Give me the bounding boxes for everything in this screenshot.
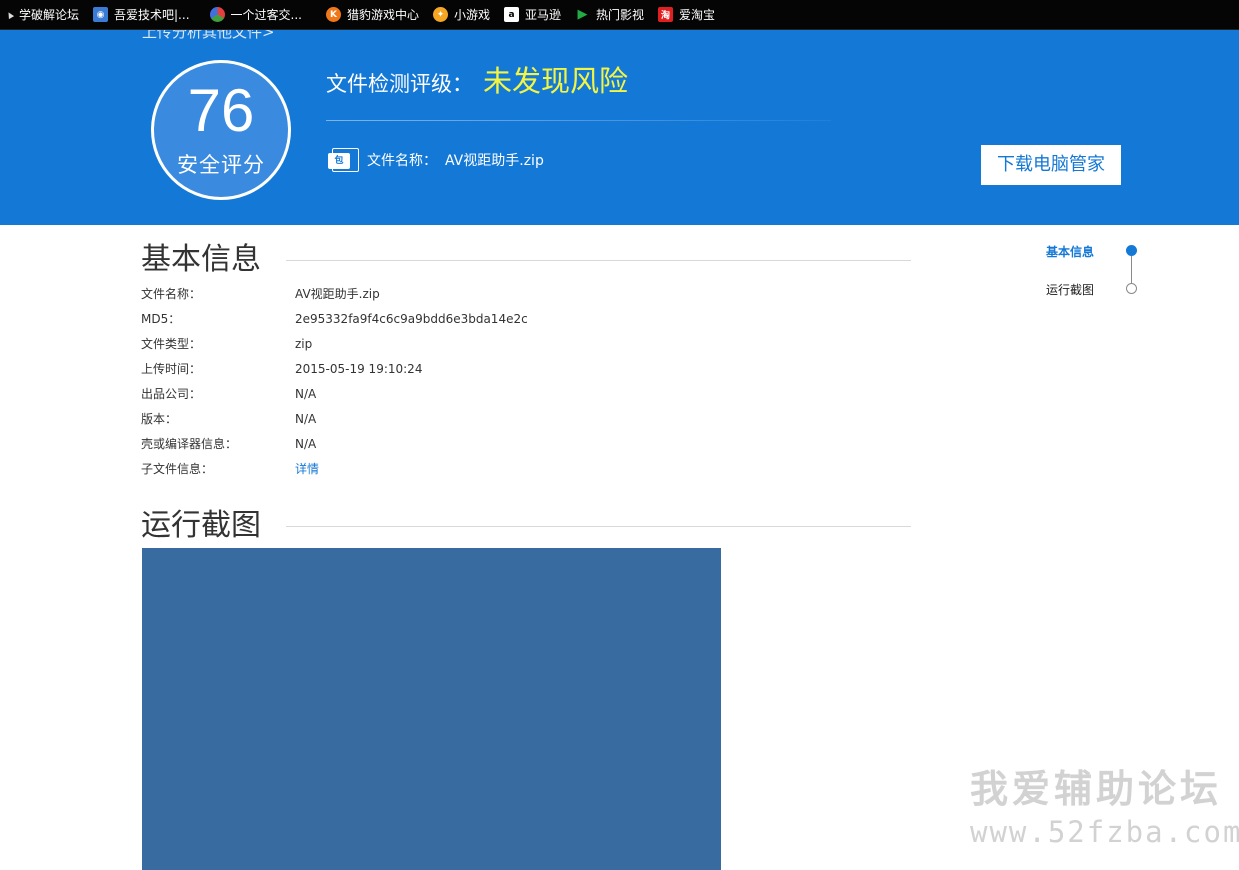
bookmark-label: 热门影视: [596, 8, 645, 22]
nav-dot-active[interactable]: [1126, 245, 1137, 256]
package-icon: 包: [328, 148, 360, 172]
info-label: 版本：: [141, 412, 178, 426]
bookmark-label: 亚马逊: [525, 8, 562, 22]
bookmark-item[interactable]: a 亚马逊: [498, 0, 569, 30]
arrow-icon: [8, 13, 12, 17]
bookmark-label: 一个过客交...: [230, 8, 302, 22]
nav-dot-inactive[interactable]: [1126, 283, 1137, 294]
basic-info-title: 基本信息: [141, 242, 261, 277]
info-label: 子文件信息：: [141, 462, 214, 476]
nav-basic-info[interactable]: 基本信息: [1046, 243, 1094, 260]
info-value: N/A: [295, 387, 317, 401]
info-row: 子文件信息： 详情: [141, 461, 319, 477]
info-value: N/A: [295, 412, 317, 426]
info-label: 出品公司：: [141, 387, 202, 401]
info-value: zip: [295, 337, 313, 351]
bookmark-item[interactable]: K 猎豹游戏中心: [320, 0, 427, 30]
info-label: 上传时间：: [141, 362, 202, 376]
info-row: 壳或编译器信息： N/A: [141, 436, 316, 452]
info-label: MD5：: [141, 312, 181, 326]
watermark-url: www.52fzba.com: [970, 815, 1239, 849]
bookmark-item[interactable]: ◉ 吾爱技术吧|...: [87, 0, 198, 30]
rating-label: 文件检测评级：: [326, 72, 473, 96]
result-header: 上传分析其他文件> 76 安全评分 文件检测评级： 未发现风险 包 文件名称： …: [0, 30, 1239, 225]
info-row: 文件名称： AV视距助手.zip: [141, 286, 380, 302]
header-divider: [326, 120, 831, 121]
info-row: 文件类型： zip: [141, 336, 312, 352]
info-label: 文件类型：: [141, 337, 202, 351]
info-label: 壳或编译器信息：: [141, 437, 238, 451]
nav-screenshot[interactable]: 运行截图: [1046, 281, 1094, 298]
bookmark-item[interactable]: 一个过客交...: [204, 0, 310, 30]
game-icon: ✦: [432, 7, 448, 22]
colorful-icon: [209, 7, 225, 22]
info-value: AV视距助手.zip: [295, 287, 380, 301]
info-value: 2e95332fa9f4c6c9a9bdd6e3bda14e2c: [295, 312, 528, 326]
safety-score-label: 安全评分: [177, 153, 265, 177]
run-screenshot-image: [142, 548, 721, 870]
screenshot-title: 运行截图: [141, 508, 261, 543]
header-file-info: 包 文件名称： AV视距助手.zip: [328, 148, 544, 172]
info-label: 文件名称：: [141, 287, 202, 301]
amazon-icon: a: [504, 7, 519, 22]
info-row: 版本： N/A: [141, 411, 316, 427]
detection-rating: 文件检测评级： 未发现风险: [326, 58, 628, 100]
section-divider: [286, 526, 911, 527]
file-name-value: AV视距助手.zip: [445, 153, 544, 169]
taobao-icon: 淘: [658, 7, 674, 22]
info-row: MD5： 2e95332fa9f4c6c9a9bdd6e3bda14e2c: [141, 311, 528, 327]
download-pc-manager-button[interactable]: 下载电脑管家: [981, 145, 1121, 185]
watermark-text: 我爱辅助论坛: [970, 767, 1223, 811]
bookmarks-bar: 学破解论坛 ◉ 吾爱技术吧|... 一个过客交... K 猎豹游戏中心 ✦ 小游…: [0, 0, 1239, 30]
bookmark-item[interactable]: 淘 爱淘宝: [652, 0, 723, 30]
bookmark-label: 吾爱技术吧|...: [114, 8, 190, 22]
section-divider: [286, 260, 911, 261]
bookmark-label: 小游戏: [453, 8, 490, 22]
bookmark-label: 爱淘宝: [679, 8, 716, 22]
globe-icon: ◉: [93, 7, 109, 22]
bookmark-item[interactable]: ✦ 小游戏: [427, 0, 498, 30]
bookmark-item[interactable]: 学破解论坛: [2, 0, 87, 30]
info-value: N/A: [295, 437, 317, 451]
info-row: 上传时间： 2015-05-19 19:10:24: [141, 361, 422, 377]
bookmark-item[interactable]: ▶ 热门影视: [569, 0, 652, 30]
safety-score-ring: 76 安全评分: [151, 60, 291, 200]
rating-value: 未发现风险: [483, 64, 629, 98]
info-value: 2015-05-19 19:10:24: [295, 362, 423, 376]
bookmark-label: 猎豹游戏中心: [346, 8, 419, 22]
sub-file-details-link[interactable]: 详情: [295, 461, 319, 477]
file-name-label: 文件名称：: [367, 153, 437, 169]
cheetah-icon: K: [325, 7, 341, 22]
play-icon: ▶: [577, 7, 588, 22]
upload-other-link[interactable]: 上传分析其他文件>: [142, 30, 275, 42]
bookmark-label: 学破解论坛: [19, 8, 80, 22]
info-row: 出品公司： N/A: [141, 386, 316, 402]
safety-score-value: 76: [187, 77, 255, 144]
